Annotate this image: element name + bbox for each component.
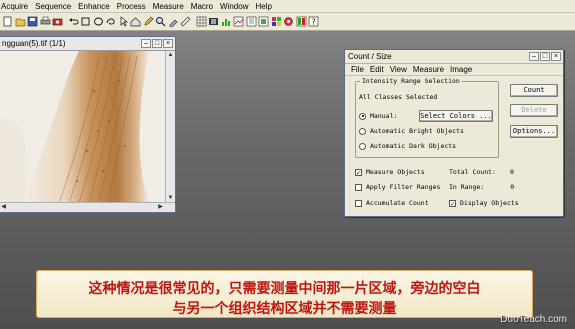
minimize-button[interactable]: – bbox=[141, 39, 151, 48]
grid-icon[interactable] bbox=[196, 16, 207, 27]
vertical-scrollbar[interactable]: ▲ ▼ bbox=[165, 51, 175, 203]
count-size-dialog[interactable]: Count / Size – □ × File Edit View Measur… bbox=[344, 49, 564, 217]
menubar: Acquire Sequence Enhance Process Measure… bbox=[0, 0, 575, 13]
save-icon[interactable] bbox=[27, 16, 38, 27]
subtitle-line-2: 与另一个组织结构区域并不需要测量 bbox=[172, 301, 397, 317]
all-classes-text: All Classes Selected bbox=[359, 93, 438, 101]
manual-option[interactable]: Manual: bbox=[359, 112, 397, 120]
new-icon[interactable] bbox=[2, 16, 13, 27]
apply-filter-checkbox[interactable] bbox=[355, 183, 362, 191]
menu-macro[interactable]: Macro bbox=[191, 2, 213, 11]
pointer-icon[interactable] bbox=[118, 16, 129, 27]
auto-dark-option[interactable]: Automatic Dark Objects bbox=[359, 142, 456, 150]
in-range-value: 0 bbox=[510, 183, 515, 191]
display-objects-option[interactable]: ✓ Display Objects bbox=[449, 199, 519, 207]
menu-measure[interactable]: Measure bbox=[153, 2, 184, 11]
maximize-button[interactable]: □ bbox=[152, 39, 162, 48]
accumulate-label: Accumulate Count bbox=[366, 199, 429, 207]
camera-icon[interactable] bbox=[52, 16, 63, 27]
accumulate-option[interactable]: Accumulate Count bbox=[355, 199, 429, 207]
dialog-menu-edit[interactable]: Edit bbox=[370, 65, 384, 74]
freehand-select-icon[interactable] bbox=[105, 16, 116, 27]
count-icon[interactable] bbox=[283, 16, 294, 27]
help-icon[interactable]: ? bbox=[308, 16, 319, 27]
count-button[interactable]: Count bbox=[510, 84, 558, 97]
in-range-label: In Range: bbox=[449, 183, 485, 191]
chart-icon[interactable] bbox=[233, 16, 244, 27]
close-button[interactable]: × bbox=[163, 39, 173, 48]
auto-bright-label: Automatic Bright Objects bbox=[370, 127, 464, 135]
image-window-title: ngguan(5).tif (1/1) bbox=[2, 39, 66, 48]
tile-icon[interactable] bbox=[271, 16, 282, 27]
histogram-icon[interactable] bbox=[221, 16, 232, 27]
image-window-titlebar[interactable]: ngguan(5).tif (1/1) – □ × bbox=[0, 37, 175, 51]
eyedropper-icon[interactable] bbox=[168, 16, 179, 27]
dialog-maximize-button[interactable]: □ bbox=[540, 52, 550, 61]
svg-text:?: ? bbox=[312, 18, 316, 27]
apply-filter-option[interactable]: Apply Filter Ranges bbox=[355, 183, 440, 191]
dialog-title: Count / Size bbox=[348, 52, 392, 61]
select-colors-button[interactable]: Select Colors ... bbox=[419, 110, 493, 122]
intensity-range-label: Intensity Range Selection bbox=[360, 77, 462, 85]
menu-window[interactable]: Window bbox=[220, 2, 248, 11]
accumulate-checkbox[interactable] bbox=[355, 199, 362, 207]
dialog-menu-measure[interactable]: Measure bbox=[413, 65, 444, 74]
options-button[interactable]: Options... bbox=[510, 125, 558, 138]
film-icon[interactable] bbox=[208, 16, 219, 27]
menu-acquire[interactable]: Acquire bbox=[1, 2, 28, 11]
display-objects-checkbox[interactable]: ✓ bbox=[449, 199, 456, 207]
in-range-row: In Range: 0 bbox=[449, 183, 514, 191]
intensity-range-group: Intensity Range Selection All Classes Se… bbox=[355, 77, 499, 158]
color-icon[interactable] bbox=[296, 16, 307, 27]
menu-enhance[interactable]: Enhance bbox=[78, 2, 110, 11]
auto-bright-radio[interactable] bbox=[359, 127, 366, 135]
menu-help[interactable]: Help bbox=[255, 2, 271, 11]
home-icon[interactable] bbox=[130, 16, 141, 27]
measure-objects-option[interactable]: ✓ Measure Objects bbox=[355, 168, 425, 176]
toolbar: ? bbox=[0, 13, 575, 31]
open-icon[interactable] bbox=[15, 16, 26, 27]
tissue-image[interactable] bbox=[0, 51, 165, 203]
image-window[interactable]: ngguan(5).tif (1/1) – □ × ▲ ▼ ◀ ▶ bbox=[0, 36, 176, 213]
rect-select-icon[interactable] bbox=[80, 16, 91, 27]
auto-dark-radio[interactable] bbox=[359, 142, 366, 150]
manual-label: Manual: bbox=[370, 112, 398, 120]
ellipse-select-icon[interactable] bbox=[93, 16, 104, 27]
measure-icon[interactable] bbox=[180, 16, 191, 27]
measure-objects-checkbox[interactable]: ✓ bbox=[355, 168, 362, 176]
subtitle-box: 这种情况是很常见的，只需要测量中间那一片区域，旁边的空白 与另一个组织结构区域并… bbox=[36, 270, 533, 318]
total-count-label: Total Count: bbox=[449, 168, 496, 176]
menu-process[interactable]: Process bbox=[117, 2, 146, 11]
horizontal-scrollbar[interactable]: ◀ ▶ bbox=[0, 202, 175, 212]
print-icon[interactable] bbox=[40, 16, 51, 27]
apply-filter-label: Apply Filter Ranges bbox=[366, 183, 441, 191]
dialog-menubar: File Edit View Measure Image bbox=[345, 64, 563, 76]
dialog-titlebar[interactable]: Count / Size – □ × bbox=[345, 50, 563, 64]
layers-icon[interactable] bbox=[258, 16, 269, 27]
display-objects-label: Display Objects bbox=[460, 199, 519, 207]
total-count-value: 0 bbox=[509, 168, 514, 176]
watermark: DuoTeach.com bbox=[500, 314, 567, 325]
total-count-row: Total Count: 0 bbox=[449, 168, 514, 176]
auto-dark-label: Automatic Dark Objects bbox=[370, 142, 457, 150]
dialog-minimize-button[interactable]: – bbox=[529, 52, 539, 61]
dialog-close-button[interactable]: × bbox=[551, 52, 561, 61]
edit-icon[interactable] bbox=[143, 16, 154, 27]
dialog-menu-image[interactable]: Image bbox=[450, 65, 472, 74]
measure-objects-label: Measure Objects bbox=[366, 168, 425, 176]
menu-sequence[interactable]: Sequence bbox=[35, 2, 71, 11]
undo-icon[interactable] bbox=[68, 16, 79, 27]
filter-icon[interactable] bbox=[246, 16, 257, 27]
subtitle-line-1: 这种情况是很常见的，只需要测量中间那一片区域，旁边的空白 bbox=[88, 281, 481, 297]
dialog-menu-view[interactable]: View bbox=[390, 65, 407, 74]
delete-button[interactable]: Delete bbox=[510, 104, 558, 117]
auto-bright-option[interactable]: Automatic Bright Objects bbox=[359, 127, 464, 135]
zoom-icon[interactable] bbox=[155, 16, 166, 27]
dialog-menu-file[interactable]: File bbox=[351, 65, 364, 74]
manual-radio[interactable] bbox=[359, 112, 366, 120]
